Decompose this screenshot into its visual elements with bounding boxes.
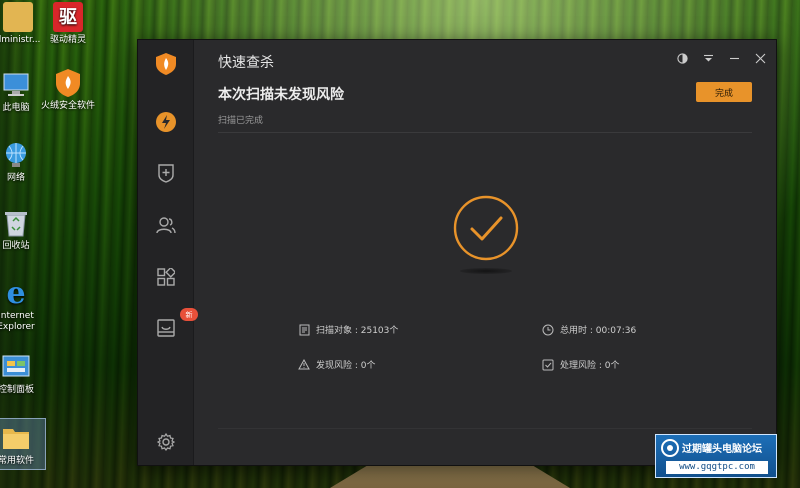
sidebar-item-protection[interactable] bbox=[154, 161, 178, 185]
driver-genius-icon: 驱 bbox=[53, 2, 83, 32]
users-icon bbox=[156, 217, 176, 234]
huorong-shield-icon bbox=[53, 68, 83, 98]
scan-status-text: 扫描已完成 bbox=[218, 116, 264, 126]
desktop-icon-recycle[interactable]: 回收站 bbox=[0, 208, 46, 252]
footer-divider bbox=[218, 428, 752, 429]
desktop-icon-label: dministr... bbox=[0, 35, 41, 45]
desktop-icon-driver[interactable]: 驱 驱动精灵 bbox=[38, 2, 98, 46]
gift-box-icon bbox=[157, 319, 175, 337]
close-icon bbox=[755, 53, 765, 63]
control-panel-icon bbox=[1, 352, 31, 382]
desktop-icon-label: 回收站 bbox=[2, 241, 30, 251]
desktop-icon-label: Internet Explorer bbox=[0, 311, 35, 332]
forum-watermark: 过期罐头电脑论坛 www.gqgtpc.com bbox=[655, 434, 777, 478]
checkbox-icon bbox=[542, 359, 554, 371]
stat-handled: 处理风险 : 0个 bbox=[542, 358, 619, 371]
huorong-logo-icon bbox=[154, 52, 178, 76]
forum-logo-icon bbox=[661, 439, 679, 457]
sidebar: 新 bbox=[138, 40, 198, 465]
gear-icon bbox=[157, 433, 175, 451]
desktop-icon-label: 火绒安全软件 bbox=[40, 101, 95, 111]
desktop-icon-label: 驱动精灵 bbox=[49, 35, 86, 45]
desktop-icon-label: 控制面板 bbox=[0, 385, 34, 395]
desktop-icon-label: 网络 bbox=[6, 173, 25, 183]
desktop-icon-label: 此电脑 bbox=[2, 103, 30, 113]
check-shadow bbox=[460, 268, 512, 274]
document-icon bbox=[298, 324, 310, 336]
recycle-bin-icon bbox=[1, 208, 31, 238]
stat-scanned-text: 扫描对象 : 25103个 bbox=[316, 326, 399, 336]
main-panel: 快速查杀 本次扫描未发现风险 扫描已完成 完成 扫描对象 : 25103个 总用… bbox=[194, 40, 776, 465]
done-button[interactable]: 完成 bbox=[696, 82, 752, 102]
folder-icon bbox=[1, 423, 31, 453]
minimize-icon bbox=[729, 57, 739, 59]
stat-time: 总用时 : 00:07:36 bbox=[542, 323, 636, 336]
theme-toggle-button[interactable] bbox=[676, 52, 688, 64]
watermark-title: 过期罐头电脑论坛 bbox=[682, 444, 762, 455]
sidebar-item-quick-scan[interactable] bbox=[154, 110, 178, 134]
stat-scanned: 扫描对象 : 25103个 bbox=[298, 323, 398, 336]
window-controls bbox=[676, 52, 766, 64]
success-check-icon bbox=[452, 194, 520, 262]
desktop-icon-network[interactable]: 网络 bbox=[0, 140, 46, 184]
stat-handled-text: 处理风险 : 0个 bbox=[560, 361, 620, 371]
sidebar-item-settings[interactable] bbox=[154, 430, 178, 454]
shield-plus-icon bbox=[158, 164, 174, 183]
desktop-icon-ie[interactable]: e Internet Explorer bbox=[0, 278, 46, 333]
window-title: 快速查杀 bbox=[218, 55, 274, 71]
dropdown-menu-icon bbox=[703, 54, 713, 61]
menu-button[interactable] bbox=[702, 52, 714, 64]
desktop-icon-control-panel[interactable]: 控制面板 bbox=[0, 352, 46, 396]
network-icon bbox=[1, 140, 31, 170]
clock-icon bbox=[542, 324, 554, 336]
watermark-url: www.gqgtpc.com bbox=[666, 461, 768, 474]
user-folder-icon bbox=[3, 2, 33, 32]
lightning-icon bbox=[156, 112, 176, 132]
computer-icon bbox=[1, 70, 31, 100]
warning-icon bbox=[298, 359, 310, 371]
scan-result-headline: 本次扫描未发现风险 bbox=[218, 87, 344, 103]
sidebar-item-gift[interactable]: 新 bbox=[154, 308, 198, 340]
desktop-icon-label: 常用软件 bbox=[0, 456, 34, 466]
stat-found-text: 发现风险 : 0个 bbox=[316, 361, 376, 371]
ie-icon: e bbox=[6, 275, 26, 311]
close-button[interactable] bbox=[754, 52, 766, 64]
minimize-button[interactable] bbox=[728, 52, 740, 64]
huorong-window: 新 快速查杀 本次扫描未发现风险 扫描已完成 完成 扫描对象: 25103个 … bbox=[137, 39, 777, 466]
desktop-icon-huorong[interactable]: 火绒安全软件 bbox=[38, 68, 98, 112]
stat-time-text: 总用时 : 00:07:36 bbox=[560, 326, 637, 336]
sidebar-item-access-control[interactable] bbox=[154, 213, 178, 237]
stat-found: 发现风险 : 0个 bbox=[298, 358, 375, 371]
contrast-icon bbox=[676, 52, 688, 64]
apps-grid-icon bbox=[157, 268, 175, 286]
divider bbox=[218, 132, 752, 133]
desktop-icon-common-software[interactable]: 常用软件 bbox=[0, 418, 46, 470]
sidebar-item-tools[interactable] bbox=[154, 265, 178, 289]
